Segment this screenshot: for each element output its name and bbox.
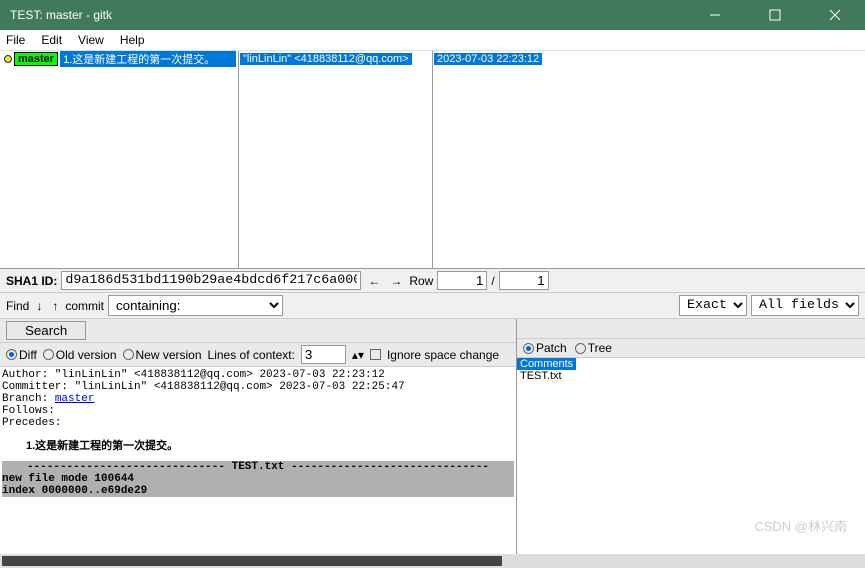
- commit-dot-icon: [4, 55, 12, 63]
- commit-body: 1.这是新建工程的第一次提交。: [26, 437, 514, 453]
- menu-help[interactable]: Help: [120, 33, 145, 47]
- file-pane: Patch Tree Comments TEST.txt: [517, 319, 865, 554]
- find-mode-combo[interactable]: containing:: [108, 295, 283, 316]
- tree-radio[interactable]: Tree: [575, 341, 612, 355]
- row-total-input[interactable]: [499, 271, 549, 290]
- window-controls: [695, 1, 855, 29]
- find-up-icon[interactable]: ↑: [49, 299, 61, 313]
- old-version-radio[interactable]: Old version: [43, 348, 117, 362]
- diff-file-header: ------------------------------ TEST.txt …: [2, 461, 514, 473]
- history-date-column[interactable]: 2023-07-03 22:23:12: [433, 51, 865, 268]
- close-button[interactable]: [815, 1, 855, 29]
- scrollbar-thumb[interactable]: [2, 556, 502, 566]
- spinner-icon[interactable]: ▴▾: [352, 348, 364, 362]
- sha-input[interactable]: [61, 271, 361, 290]
- menu-file[interactable]: File: [6, 33, 25, 47]
- history-pane: master 1.这是新建工程的第一次提交。 "linLinLin" <4188…: [0, 51, 865, 269]
- window-title: TEST: master - gitk: [10, 8, 695, 22]
- diff-radio[interactable]: Diff: [6, 348, 37, 362]
- ignore-space-checkbox[interactable]: [370, 349, 381, 360]
- find-type-label: commit: [65, 299, 104, 313]
- comments-header[interactable]: Comments: [517, 358, 576, 370]
- minimize-button[interactable]: [695, 1, 735, 29]
- find-label: Find: [6, 299, 29, 313]
- diff-index-line: index 0000000..e69de29: [2, 485, 514, 497]
- new-version-radio[interactable]: New version: [123, 348, 202, 362]
- menubar: File Edit View Help: [0, 30, 865, 51]
- list-item[interactable]: TEST.txt: [517, 370, 865, 382]
- follows-line: Follows:: [2, 405, 514, 417]
- author-line: Author: "linLinLin" <418838112@qq.com> 2…: [2, 369, 514, 381]
- next-arrow-icon[interactable]: →: [387, 274, 405, 288]
- commit-author: "linLinLin" <418838112@qq.com>: [240, 53, 412, 65]
- diff-mode-line: new file mode 100644: [2, 473, 514, 485]
- maximize-button[interactable]: [755, 1, 795, 29]
- titlebar: TEST: master - gitk: [0, 0, 865, 30]
- search-toolbar-right: [517, 319, 865, 339]
- menu-view[interactable]: View: [78, 33, 104, 47]
- diff-toolbar: Diff Old version New version Lines of co…: [0, 343, 516, 367]
- diff-pane: Search Diff Old version New version Line…: [0, 319, 517, 554]
- file-list[interactable]: Comments TEST.txt: [517, 358, 865, 554]
- commit-message: 1.这是新建工程的第一次提交。: [60, 51, 236, 67]
- lines-context-input[interactable]: [301, 345, 346, 364]
- find-exact-combo[interactable]: Exact: [679, 295, 747, 316]
- find-down-icon[interactable]: ↓: [33, 299, 45, 313]
- patch-radio[interactable]: Patch: [523, 341, 567, 355]
- precedes-line: Precedes:: [2, 417, 514, 429]
- bottom-pane: Search Diff Old version New version Line…: [0, 319, 865, 554]
- horizontal-scrollbar[interactable]: [0, 554, 865, 568]
- branch-line: Branch: master: [2, 393, 514, 405]
- lines-context-label: Lines of context:: [208, 348, 295, 362]
- row-label: Row: [409, 274, 433, 288]
- file-toolbar: Patch Tree: [517, 339, 865, 358]
- commit-date: 2023-07-03 22:23:12: [434, 53, 542, 65]
- find-fields-combo[interactable]: All fields: [751, 295, 859, 316]
- search-button[interactable]: Search: [6, 321, 86, 340]
- menu-edit[interactable]: Edit: [41, 33, 62, 47]
- sha-label: SHA1 ID:: [6, 274, 57, 288]
- prev-arrow-icon[interactable]: ←: [365, 274, 383, 288]
- committer-line: Committer: "linLinLin" <418838112@qq.com…: [2, 381, 514, 393]
- history-author-column[interactable]: "linLinLin" <418838112@qq.com>: [239, 51, 433, 268]
- ignore-space-label: Ignore space change: [387, 348, 499, 362]
- commit-row[interactable]: master 1.这是新建工程的第一次提交。: [0, 51, 238, 67]
- find-row: Find ↓ ↑ commit containing: Exact All fi…: [0, 293, 865, 319]
- sha-row: SHA1 ID: ← → Row /: [0, 269, 865, 293]
- branch-tag: master: [14, 52, 58, 66]
- branch-link[interactable]: master: [55, 393, 95, 405]
- history-graph-column[interactable]: master 1.这是新建工程的第一次提交。: [0, 51, 239, 268]
- search-toolbar: Search: [0, 319, 516, 343]
- diff-content[interactable]: Author: "linLinLin" <418838112@qq.com> 2…: [0, 367, 516, 554]
- row-current-input[interactable]: [437, 271, 487, 290]
- row-separator: /: [491, 274, 494, 288]
